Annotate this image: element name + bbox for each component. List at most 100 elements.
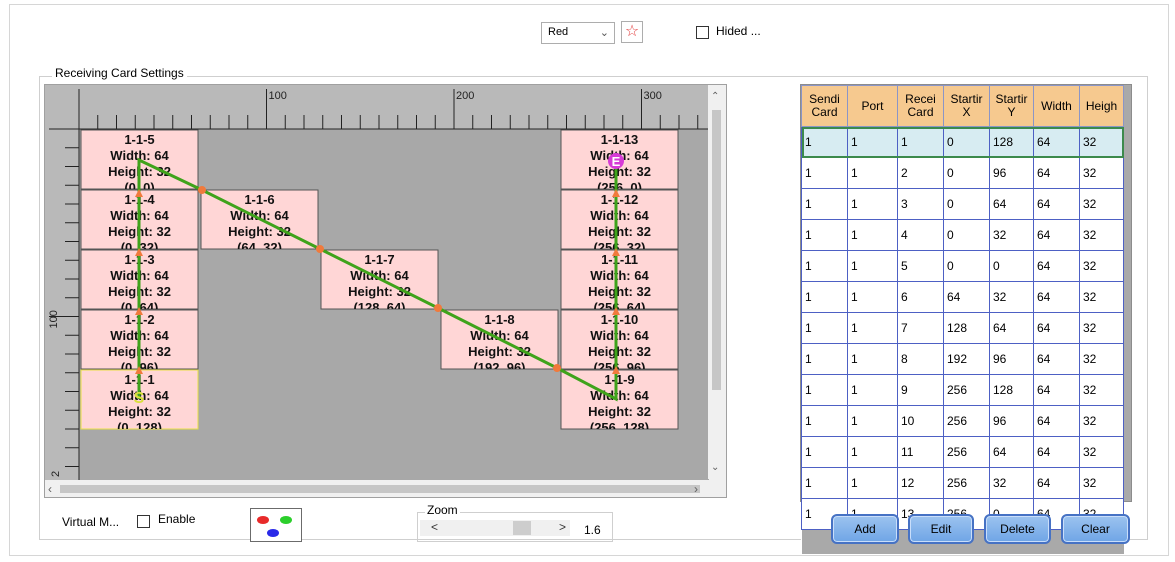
table-cell: 1 — [847, 157, 898, 189]
card-label: 1-1-11 — [601, 252, 638, 267]
color-select[interactable]: Red ⌄ — [541, 22, 615, 44]
table-cell: 32 — [1079, 188, 1124, 220]
table-cell: 0 — [989, 250, 1034, 282]
group-title: Receiving Card Settings — [52, 66, 187, 80]
table-row[interactable]: 1 1 7 128 64 64 32 — [801, 312, 1124, 344]
column-header[interactable]: Startir Y — [989, 85, 1034, 127]
table-cell: 64 — [1033, 312, 1080, 344]
scroll-right-icon[interactable]: › — [694, 482, 698, 496]
horizontal-scroll-thumb[interactable] — [60, 485, 700, 493]
column-header[interactable]: Recei Card — [897, 85, 944, 127]
edit-button[interactable]: Edit — [908, 514, 974, 544]
table-cell: 64 — [1033, 405, 1080, 437]
card-label: 1-1-12 — [601, 192, 639, 207]
scroll-down-icon[interactable]: ⌄ — [711, 462, 719, 473]
scroll-left-icon[interactable]: ‹ — [48, 482, 52, 496]
table-row[interactable]: 1 1 12 256 32 64 32 — [801, 467, 1124, 499]
table-cell: 5 — [897, 250, 944, 282]
left-ruler — [45, 85, 79, 480]
table-cell: 1 — [847, 467, 898, 499]
table-row[interactable]: 1 1 4 0 32 64 32 — [801, 219, 1124, 251]
table-row[interactable]: 1 1 9 256 128 64 32 — [801, 374, 1124, 406]
receiving-card[interactable]: 1-1-10Width: 64Height: 32(256, 96) — [560, 309, 679, 375]
receiving-card[interactable]: 1-1-11Width: 64Height: 32(256, 64) — [560, 249, 679, 315]
add-button[interactable]: Add — [831, 514, 899, 544]
star-icon: ☆ — [624, 23, 640, 40]
vertical-scroll-thumb[interactable] — [712, 110, 721, 390]
column-header[interactable]: Startir X — [943, 85, 990, 127]
column-header[interactable]: Sendi Card — [801, 85, 848, 127]
zoom-slider-thumb[interactable] — [513, 521, 531, 535]
table-row[interactable]: 1 1 10 256 96 64 32 — [801, 405, 1124, 437]
card-label: Height: 32 — [588, 344, 651, 359]
wiring-node — [553, 364, 561, 372]
scroll-up-icon[interactable]: ⌃ — [711, 91, 719, 102]
layout-canvas[interactable]: 100 200 300 100 2 1-1-5 Width: 64 Height: 32 (0,… — [44, 84, 727, 498]
table-row[interactable]: 1 1 6 64 32 64 32 — [801, 281, 1124, 313]
table-cell: 64 — [989, 436, 1034, 468]
table-cell: 1 — [897, 126, 944, 158]
table-cell: 96 — [989, 343, 1034, 375]
table-cell: 64 — [989, 188, 1034, 220]
table-cell: 10 — [897, 405, 944, 437]
table-cell: 32 — [1079, 281, 1124, 313]
table-cell: 32 — [1079, 374, 1124, 406]
card-label: Height: 32 — [588, 284, 651, 299]
table-cell: 1 — [801, 374, 848, 406]
table-cell: 256 — [943, 405, 990, 437]
column-header[interactable]: Heigh — [1079, 85, 1124, 127]
card-label: Height: 32 — [348, 284, 411, 299]
delete-button[interactable]: Delete — [984, 514, 1051, 544]
table-cell: 6 — [897, 281, 944, 313]
table-row[interactable]: 1 1 1 0 128 64 32 — [801, 126, 1124, 158]
zoom-increase-icon[interactable]: > — [559, 520, 566, 534]
chevron-down-icon: ⌄ — [599, 27, 609, 39]
table-row[interactable]: 1 1 11 256 64 64 32 — [801, 436, 1124, 468]
table-cell: 9 — [897, 374, 944, 406]
table-header-row: Sendi Card Port Recei Card Startir X Startir… — [801, 85, 1124, 127]
card-label: 1-1-6 — [244, 192, 274, 207]
enable-label: Enable — [158, 512, 196, 526]
column-header[interactable]: Port — [847, 85, 898, 127]
table-cell: 1 — [847, 405, 898, 437]
table-cell: 32 — [1079, 467, 1124, 499]
card-label: Width: 64 — [590, 268, 649, 283]
table-cell: 64 — [1033, 467, 1080, 499]
table-cell: 7 — [897, 312, 944, 344]
table-cell: 64 — [1033, 374, 1080, 406]
enable-checkbox[interactable] — [137, 515, 150, 528]
zoom-slider[interactable] — [420, 520, 570, 536]
color-dots-icon — [257, 516, 292, 537]
table-cell: 0 — [943, 250, 990, 282]
table-row[interactable]: 1 1 2 0 96 64 32 — [801, 157, 1124, 189]
table-cell: 32 — [1079, 219, 1124, 251]
card-label: Height: 32 — [228, 224, 291, 239]
table-row[interactable]: 1 1 8 192 96 64 32 — [801, 343, 1124, 375]
hided-label: Hided ... — [716, 24, 761, 38]
table-cell: 4 — [897, 219, 944, 251]
hided-checkbox[interactable] — [696, 26, 709, 39]
receiving-card[interactable]: 1-1-12Width: 64Height: 32(256, 32) — [560, 189, 679, 255]
table-cell: 64 — [1033, 250, 1080, 282]
ruler-label: 100 — [48, 310, 60, 328]
layout-canvas-svg[interactable]: 100 200 30010021-1-5Width: 64Height: 32(0,… — [45, 85, 709, 480]
table-cell: 32 — [989, 219, 1034, 251]
table-row[interactable]: 1 1 3 0 64 64 32 — [801, 188, 1124, 220]
column-header[interactable]: Width — [1033, 85, 1080, 127]
top-ruler — [45, 85, 709, 129]
table-cell: 3 — [897, 188, 944, 220]
table-row[interactable]: 1 1 5 0 0 64 32 — [801, 250, 1124, 282]
palette-button[interactable] — [250, 508, 302, 542]
table-body: 1 1 1 0 128 64 32 1 1 2 0 96 64 32 1 1 3 0 64 64 32 1 1 4 0 32 64 3… — [801, 126, 1124, 554]
star-button[interactable]: ☆ — [621, 21, 643, 43]
card-label: Height: 32 — [588, 224, 651, 239]
ruler-label: 200 — [456, 90, 474, 102]
clear-button[interactable]: Clear — [1061, 514, 1130, 544]
table-cell: 1 — [801, 436, 848, 468]
table-cell: 96 — [989, 157, 1034, 189]
table-cell: 64 — [1033, 281, 1080, 313]
table-cell: 1 — [801, 281, 848, 313]
card-label: 1-1-9 — [604, 372, 634, 387]
card-label: Width: 64 — [590, 328, 649, 343]
zoom-decrease-icon[interactable]: < — [431, 520, 438, 534]
